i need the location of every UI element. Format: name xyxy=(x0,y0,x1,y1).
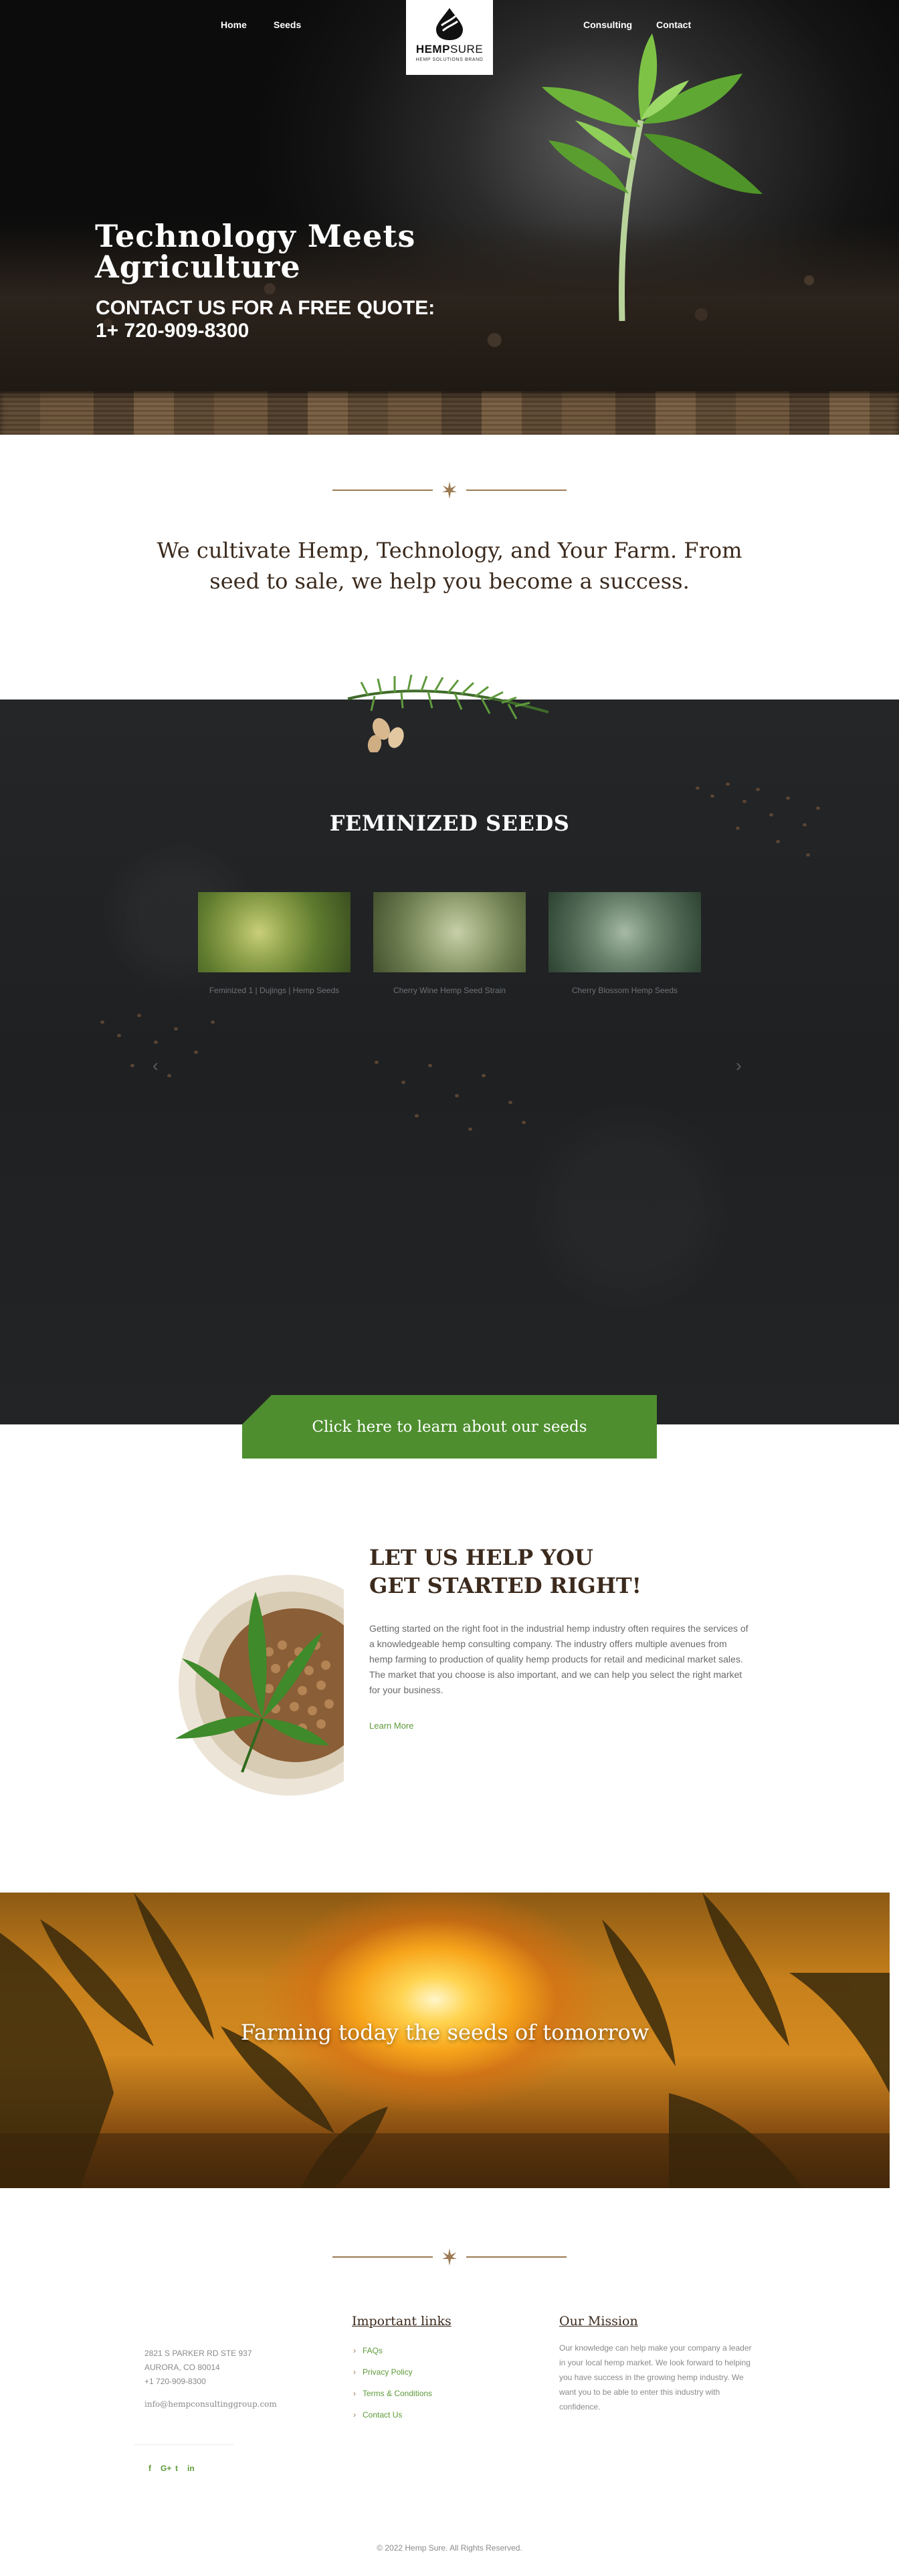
footer-email[interactable]: info@hempconsultinggroup.com xyxy=(144,2399,277,2409)
hero-section: Home Seeds HEMPSURE HEMP SOLUTIONS BRAND… xyxy=(0,0,899,435)
chevron-right-icon: › xyxy=(353,2389,356,2398)
nav-home[interactable]: Home xyxy=(221,19,247,30)
google-plus-icon[interactable]: G+ xyxy=(161,2464,171,2473)
nav-seeds[interactable]: Seeds xyxy=(274,19,301,30)
product-caption[interactable]: Feminized 1 | Dujings | Hemp Seeds xyxy=(198,986,351,995)
twitter-icon[interactable]: t xyxy=(175,2464,178,2473)
learn-seeds-button[interactable]: Click here to learn about our seeds xyxy=(242,1395,657,1459)
product-image[interactable] xyxy=(373,892,526,972)
intro-statement: We cultivate Hemp, Technology, and Your … xyxy=(157,538,742,594)
section-divider xyxy=(332,480,567,500)
chevron-left-icon[interactable]: ‹ xyxy=(153,1055,159,1076)
hemp-leaf-icon xyxy=(442,481,457,499)
chevron-right-icon: › xyxy=(353,2346,356,2355)
hero-wood-strip xyxy=(0,391,899,435)
footer-rule xyxy=(134,2444,234,2445)
product-image[interactable] xyxy=(548,892,701,972)
copyright: © 2022 Hemp Sure. All Rights Reserved. xyxy=(377,2543,522,2553)
hemp-drop-logo-icon xyxy=(436,8,463,40)
site-logo[interactable]: HEMPSURE HEMP SOLUTIONS BRAND xyxy=(406,0,493,75)
product-card[interactable]: Cherry Blossom Hemp Seeds xyxy=(548,892,701,995)
hero-cta-line1: CONTACT US FOR A FREE QUOTE: xyxy=(96,297,435,319)
chevron-right-icon[interactable]: › xyxy=(736,1055,742,1076)
footer-mission-heading: Our Mission xyxy=(559,2314,638,2329)
main-nav: Home Seeds HEMPSURE HEMP SOLUTIONS BRAND… xyxy=(0,0,899,75)
product-caption[interactable]: Cherry Blossom Hemp Seeds xyxy=(548,986,701,995)
hemp-leaf-icon xyxy=(442,2248,457,2266)
banner-tagline: Farming today the seeds of tomorrow xyxy=(240,2020,650,2045)
hero-quote-cta[interactable]: CONTACT US FOR A FREE QUOTE: 1+ 720-909-… xyxy=(96,297,435,342)
product-image[interactable] xyxy=(198,892,351,972)
footer-links-heading: Important links xyxy=(352,2314,452,2329)
footer-phone[interactable]: +1 720-909-8300 xyxy=(144,2377,206,2386)
help-body: Getting started on the right foot in the… xyxy=(369,1623,748,1695)
footer-link-faqs[interactable]: › FAQs xyxy=(353,2346,383,2355)
hero-title: Technology Meets Agriculture xyxy=(95,218,416,285)
chevron-right-icon: › xyxy=(353,2410,356,2420)
help-title: LET US HELP YOU GET STARTED RIGHT! xyxy=(369,1545,641,1598)
footer-address-line1: 2821 S PARKER RD STE 937 xyxy=(144,2349,252,2358)
seeds-title: FEMINIZED SEEDS xyxy=(329,811,570,836)
seeds-section xyxy=(0,700,899,1424)
rosemary-sprig-image xyxy=(347,674,549,752)
footer-link-privacy[interactable]: › Privacy Policy xyxy=(353,2367,413,2377)
nav-contact[interactable]: Contact xyxy=(656,19,691,30)
hero-cta-phone[interactable]: 1+ 720-909-8300 xyxy=(96,320,435,342)
product-caption[interactable]: Cherry Wine Hemp Seed Strain xyxy=(373,986,526,995)
logo-wordmark: HEMPSURE xyxy=(415,43,484,56)
sunset-banner: Farming today the seeds of tomorrow xyxy=(0,1893,890,2188)
seeds-cta-wrapper: Click here to learn about our seeds xyxy=(242,1395,657,1459)
footer-link-terms[interactable]: › Terms & Conditions xyxy=(353,2389,432,2398)
linkedin-icon[interactable]: in xyxy=(187,2464,195,2473)
product-card[interactable]: Cherry Wine Hemp Seed Strain xyxy=(373,892,526,995)
seedling-image xyxy=(542,33,763,321)
facebook-icon[interactable]: f xyxy=(148,2464,151,2473)
footer-mission-text: Our knowledge can help make your company… xyxy=(559,2343,752,2411)
footer-divider xyxy=(332,2247,567,2267)
footer-link-contact[interactable]: › Contact Us xyxy=(353,2410,402,2420)
chevron-right-icon: › xyxy=(353,2367,356,2377)
learn-more-link[interactable]: Learn More xyxy=(369,1721,413,1731)
hemp-seed-bowl-image xyxy=(175,1575,344,1796)
nav-consulting[interactable]: Consulting xyxy=(583,19,632,30)
footer-address-line2: AURORA, CO 80014 xyxy=(144,2363,220,2372)
logo-tagline: HEMP SOLUTIONS BRAND xyxy=(415,58,484,62)
product-card[interactable]: Feminized 1 | Dujings | Hemp Seeds xyxy=(198,892,351,995)
